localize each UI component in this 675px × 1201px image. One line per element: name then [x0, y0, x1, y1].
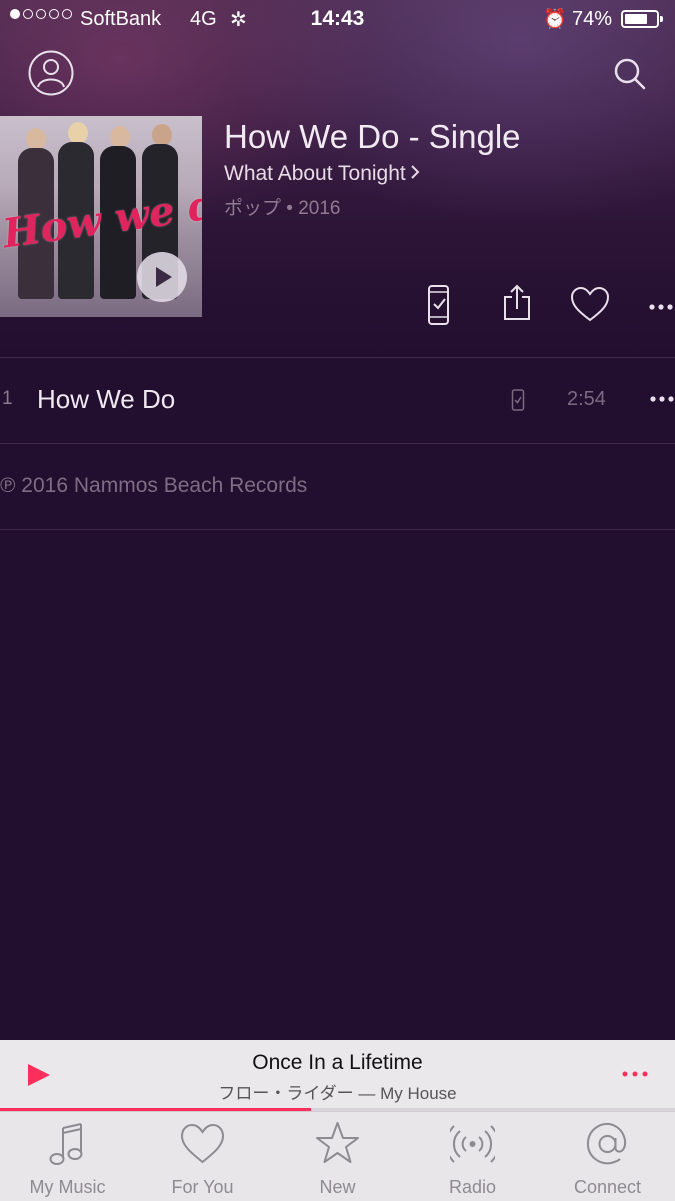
- heart-icon: [180, 1123, 225, 1164]
- track-number: 1: [2, 388, 13, 409]
- tab-bar: My Music For You New Radio Connect: [0, 1111, 675, 1201]
- tab-label: Radio: [448, 1177, 497, 1197]
- ellipsis-icon: [649, 304, 673, 310]
- battery-icon: [621, 10, 663, 28]
- share-button[interactable]: [502, 283, 532, 327]
- downloaded-button[interactable]: [425, 283, 453, 327]
- play-icon: [156, 267, 172, 287]
- at-sign-icon: [586, 1123, 627, 1165]
- track-more-button[interactable]: [650, 394, 675, 404]
- heart-icon: [570, 286, 610, 322]
- track-duration: 2:54: [567, 388, 606, 410]
- artist-link[interactable]: What About Tonight: [224, 162, 420, 186]
- star-icon: [316, 1122, 359, 1163]
- search-icon: [614, 58, 646, 90]
- divider: [0, 443, 675, 444]
- device-check-icon: [428, 285, 449, 325]
- now-playing-title: Once In a Lifetime: [252, 1051, 423, 1074]
- tab-for-you[interactable]: For You: [135, 1112, 270, 1201]
- tab-label: New: [319, 1177, 356, 1197]
- tab-label: For You: [171, 1177, 234, 1197]
- tab-my-music[interactable]: My Music: [0, 1112, 135, 1201]
- device-check-icon: [511, 389, 525, 411]
- alarm-icon: ⏰: [543, 9, 567, 30]
- artist-name: What About Tonight: [224, 162, 406, 185]
- radio-waves-icon: [450, 1125, 495, 1163]
- share-icon: [504, 284, 530, 320]
- music-note-icon: [49, 1123, 83, 1165]
- more-options-button[interactable]: [648, 283, 675, 327]
- now-playing-subtitle: フロー・ライダー — My House: [218, 1084, 457, 1103]
- tab-label: Connect: [573, 1177, 642, 1197]
- tab-new[interactable]: New: [270, 1112, 405, 1201]
- battery-percentage: 74%: [572, 8, 613, 30]
- tab-label: My Music: [29, 1177, 106, 1197]
- genre-year: ポップ • 2016: [224, 198, 341, 219]
- copyright-notice: ℗ 2016 Nammos Beach Records: [0, 474, 308, 497]
- divider: [0, 529, 675, 530]
- track-row[interactable]: 1 How We Do 2:54: [0, 358, 675, 443]
- person-icon: [28, 50, 74, 96]
- chevron-right-icon: [410, 162, 420, 186]
- account-button[interactable]: [28, 50, 74, 96]
- track-title: How We Do: [37, 384, 176, 414]
- search-button[interactable]: [612, 56, 648, 92]
- mini-player[interactable]: Once In a Lifetime フロー・ライダー — My House: [0, 1040, 675, 1112]
- album-play-button[interactable]: [137, 252, 187, 302]
- status-bar: SoftBank 4G ✲ 14:43 ⏰ 74%: [0, 0, 675, 38]
- album-title: How We Do - Single: [224, 118, 521, 155]
- love-button[interactable]: [570, 283, 610, 327]
- tab-radio[interactable]: Radio: [405, 1112, 540, 1201]
- now-playing-more-button[interactable]: [622, 1070, 648, 1078]
- tab-connect[interactable]: Connect: [540, 1112, 675, 1201]
